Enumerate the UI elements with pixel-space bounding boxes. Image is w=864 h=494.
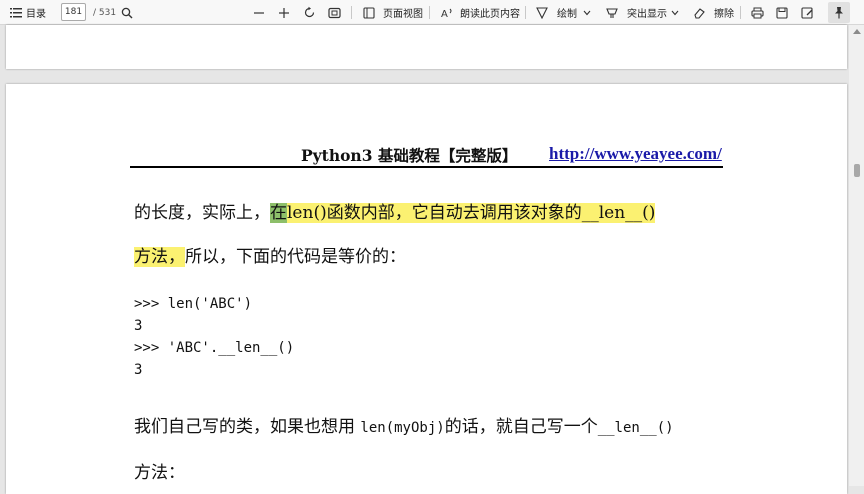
code-line: 3 <box>134 318 143 334</box>
highlight-button[interactable]: 突出显示 <box>606 0 667 25</box>
page-view-button[interactable]: 页面视图 <box>363 0 423 25</box>
read-aloud-button[interactable]: A 朗读此页内容 <box>441 0 520 25</box>
printer-icon <box>751 7 764 19</box>
highlighted-text[interactable]: 在 <box>270 203 287 223</box>
search-button[interactable] <box>121 0 133 25</box>
zoom-out-button[interactable] <box>253 0 265 25</box>
erase-button[interactable]: 擦除 <box>693 0 734 25</box>
paragraph-text: 所以，下面的代码是等价的： <box>185 247 406 267</box>
paragraph-line-3: 我们自己写的类，如果也想用 len(myObj)的话，就自己写一个__len__… <box>134 412 674 437</box>
read-aloud-label: 朗读此页内容 <box>460 9 520 20</box>
divider <box>525 6 526 19</box>
paragraph-line-4: 方法： <box>134 463 185 483</box>
eraser-icon <box>693 7 706 19</box>
highlight-label: 突出显示 <box>627 9 667 20</box>
save-icon <box>776 6 788 19</box>
highlighted-text[interactable]: 方法， <box>134 247 185 267</box>
rotate-icon <box>303 6 316 19</box>
inline-code: __len__() <box>597 420 674 436</box>
minus-icon <box>253 7 265 19</box>
draw-options-button[interactable] <box>583 0 591 25</box>
highlighter-icon <box>606 7 618 19</box>
read-aloud-icon: A <box>441 7 454 19</box>
svg-text:A: A <box>441 9 448 19</box>
page-view-label: 页面视图 <box>383 9 423 20</box>
scroll-up-arrow-icon[interactable] <box>853 29 861 34</box>
paragraph-line-1: 的长度，实际上，在len()函数内部，它自动去调用该对象的__len__() <box>134 198 656 223</box>
code-line: >>> 'ABC'.__len__() <box>134 340 295 356</box>
chevron-down-icon <box>583 10 591 16</box>
print-button[interactable] <box>751 0 764 25</box>
toc-label: 目录 <box>26 9 46 20</box>
rotate-button[interactable] <box>303 0 316 25</box>
list-icon <box>10 7 22 18</box>
total-pages: / 531 <box>93 7 117 18</box>
divider <box>351 6 352 19</box>
paragraph-text: 的长度，实际上， <box>134 203 270 223</box>
chevron-down-icon <box>671 10 679 16</box>
divider <box>429 6 430 19</box>
pen-icon <box>536 6 548 19</box>
page-header-title: Python3 基础教程【完整版】 <box>301 146 518 165</box>
header-rule <box>130 166 723 168</box>
highlight-options-button[interactable] <box>671 0 679 25</box>
toc-button[interactable]: 目录 <box>10 0 46 25</box>
scrollbar-thumb[interactable] <box>854 164 860 177</box>
paragraph-text: 我们自己写的类，如果也想用 <box>134 417 361 437</box>
previous-page <box>6 25 847 69</box>
page-number-input[interactable]: 181 <box>61 3 86 21</box>
divider <box>740 6 741 19</box>
vertical-scrollbar[interactable] <box>849 25 864 486</box>
save-as-icon <box>801 6 814 19</box>
fit-page-icon <box>328 7 341 19</box>
inline-code: len(myObj) <box>360 420 445 436</box>
pin-toolbar-button[interactable] <box>828 2 850 23</box>
code-line: >>> len('ABC') <box>134 296 253 312</box>
save-as-button[interactable] <box>801 0 814 25</box>
search-icon <box>121 7 133 19</box>
draw-button[interactable]: 绘制 <box>536 0 577 25</box>
highlighted-text[interactable]: len()函数内部，它自动去调用该对象的__len__() <box>287 203 656 223</box>
save-button[interactable] <box>776 0 788 25</box>
code-line: 3 <box>134 362 143 378</box>
pin-icon <box>833 6 845 22</box>
page-view-icon <box>363 6 375 19</box>
document-page: Python3 基础教程【完整版】 http://www.yeayee.com/… <box>6 84 847 494</box>
paragraph-line-2: 方法，所以，下面的代码是等价的： <box>134 242 406 267</box>
toolbar: 目录 181 / 531 页面视图 A 朗读此页内容 绘制 突出显示 擦除 <box>0 0 864 25</box>
zoom-in-button[interactable] <box>278 0 290 25</box>
page-header-link[interactable]: http://www.yeayee.com/ <box>549 144 722 164</box>
fit-page-button[interactable] <box>328 0 341 25</box>
erase-label: 擦除 <box>714 9 734 20</box>
paragraph-text: 的话，就自己写一个 <box>444 417 598 437</box>
plus-icon <box>278 7 290 19</box>
draw-label: 绘制 <box>557 9 577 20</box>
